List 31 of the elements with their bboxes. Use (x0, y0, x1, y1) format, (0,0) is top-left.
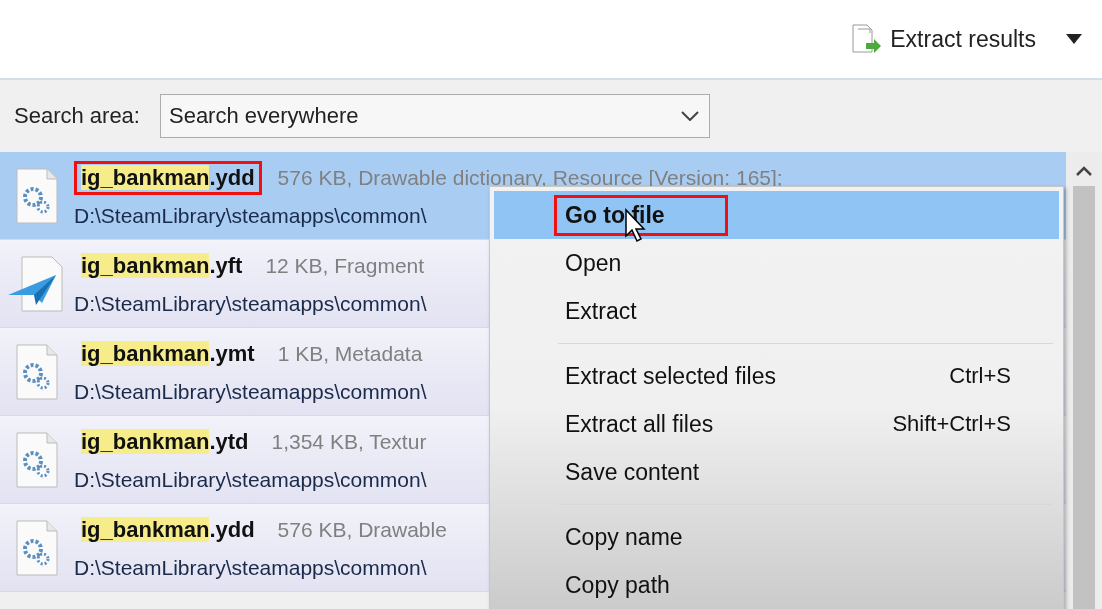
file-path: D:\SteamLibrary\steamapps\common\ (74, 379, 427, 404)
file-path: D:\SteamLibrary\steamapps\common\ (74, 555, 427, 580)
file-details: 576 KB, Drawable (277, 517, 447, 542)
menu-item[interactable]: Copy path (494, 561, 1059, 609)
menu-item[interactable]: Open (494, 239, 1059, 287)
file-name: ig_bankman.yft (80, 251, 244, 280)
file-details: 1 KB, Metadata (277, 341, 423, 366)
menu-item[interactable]: Copy name (494, 513, 1059, 561)
file-name: ig_bankman.ymt (80, 339, 256, 368)
file-name: ig_bankman.ydd (74, 160, 262, 195)
search-area-dropdown[interactable]: Search everywhere (159, 94, 710, 138)
file-details: 12 KB, Fragment (265, 253, 425, 278)
search-area-label: Search area: (14, 103, 140, 129)
menu-item[interactable]: Extract (494, 287, 1059, 335)
file-details: 576 KB, Drawable dictionary, Resource [Version: 165]; (277, 165, 783, 190)
scroll-up-icon[interactable] (1076, 166, 1092, 176)
dropdown-arrow-icon[interactable] (1066, 34, 1082, 44)
menu-item[interactable]: Save content (494, 448, 1059, 496)
chevron-down-icon (680, 111, 699, 121)
file-name: ig_bankman.ydd (80, 515, 256, 544)
file-path: D:\SteamLibrary\steamapps\common\ (74, 291, 427, 316)
file-details: 1,354 KB, Textur (271, 429, 427, 454)
file-path: D:\SteamLibrary\steamapps\common\ (74, 467, 427, 492)
menu-item[interactable]: Extract all files Shift+Ctrl+S (494, 400, 1059, 448)
scrollbar-thumb[interactable] (1073, 186, 1095, 609)
file-name: ig_bankman.ytd (80, 427, 250, 456)
file-path: D:\SteamLibrary\steamapps\common\ (74, 203, 427, 228)
document-arrow-icon (850, 23, 883, 55)
menu-item[interactable]: Go to file (494, 191, 1059, 239)
extract-results-button[interactable]: Extract results (850, 23, 1036, 55)
menu-item[interactable]: Extract selected files Ctrl+S (494, 352, 1059, 400)
